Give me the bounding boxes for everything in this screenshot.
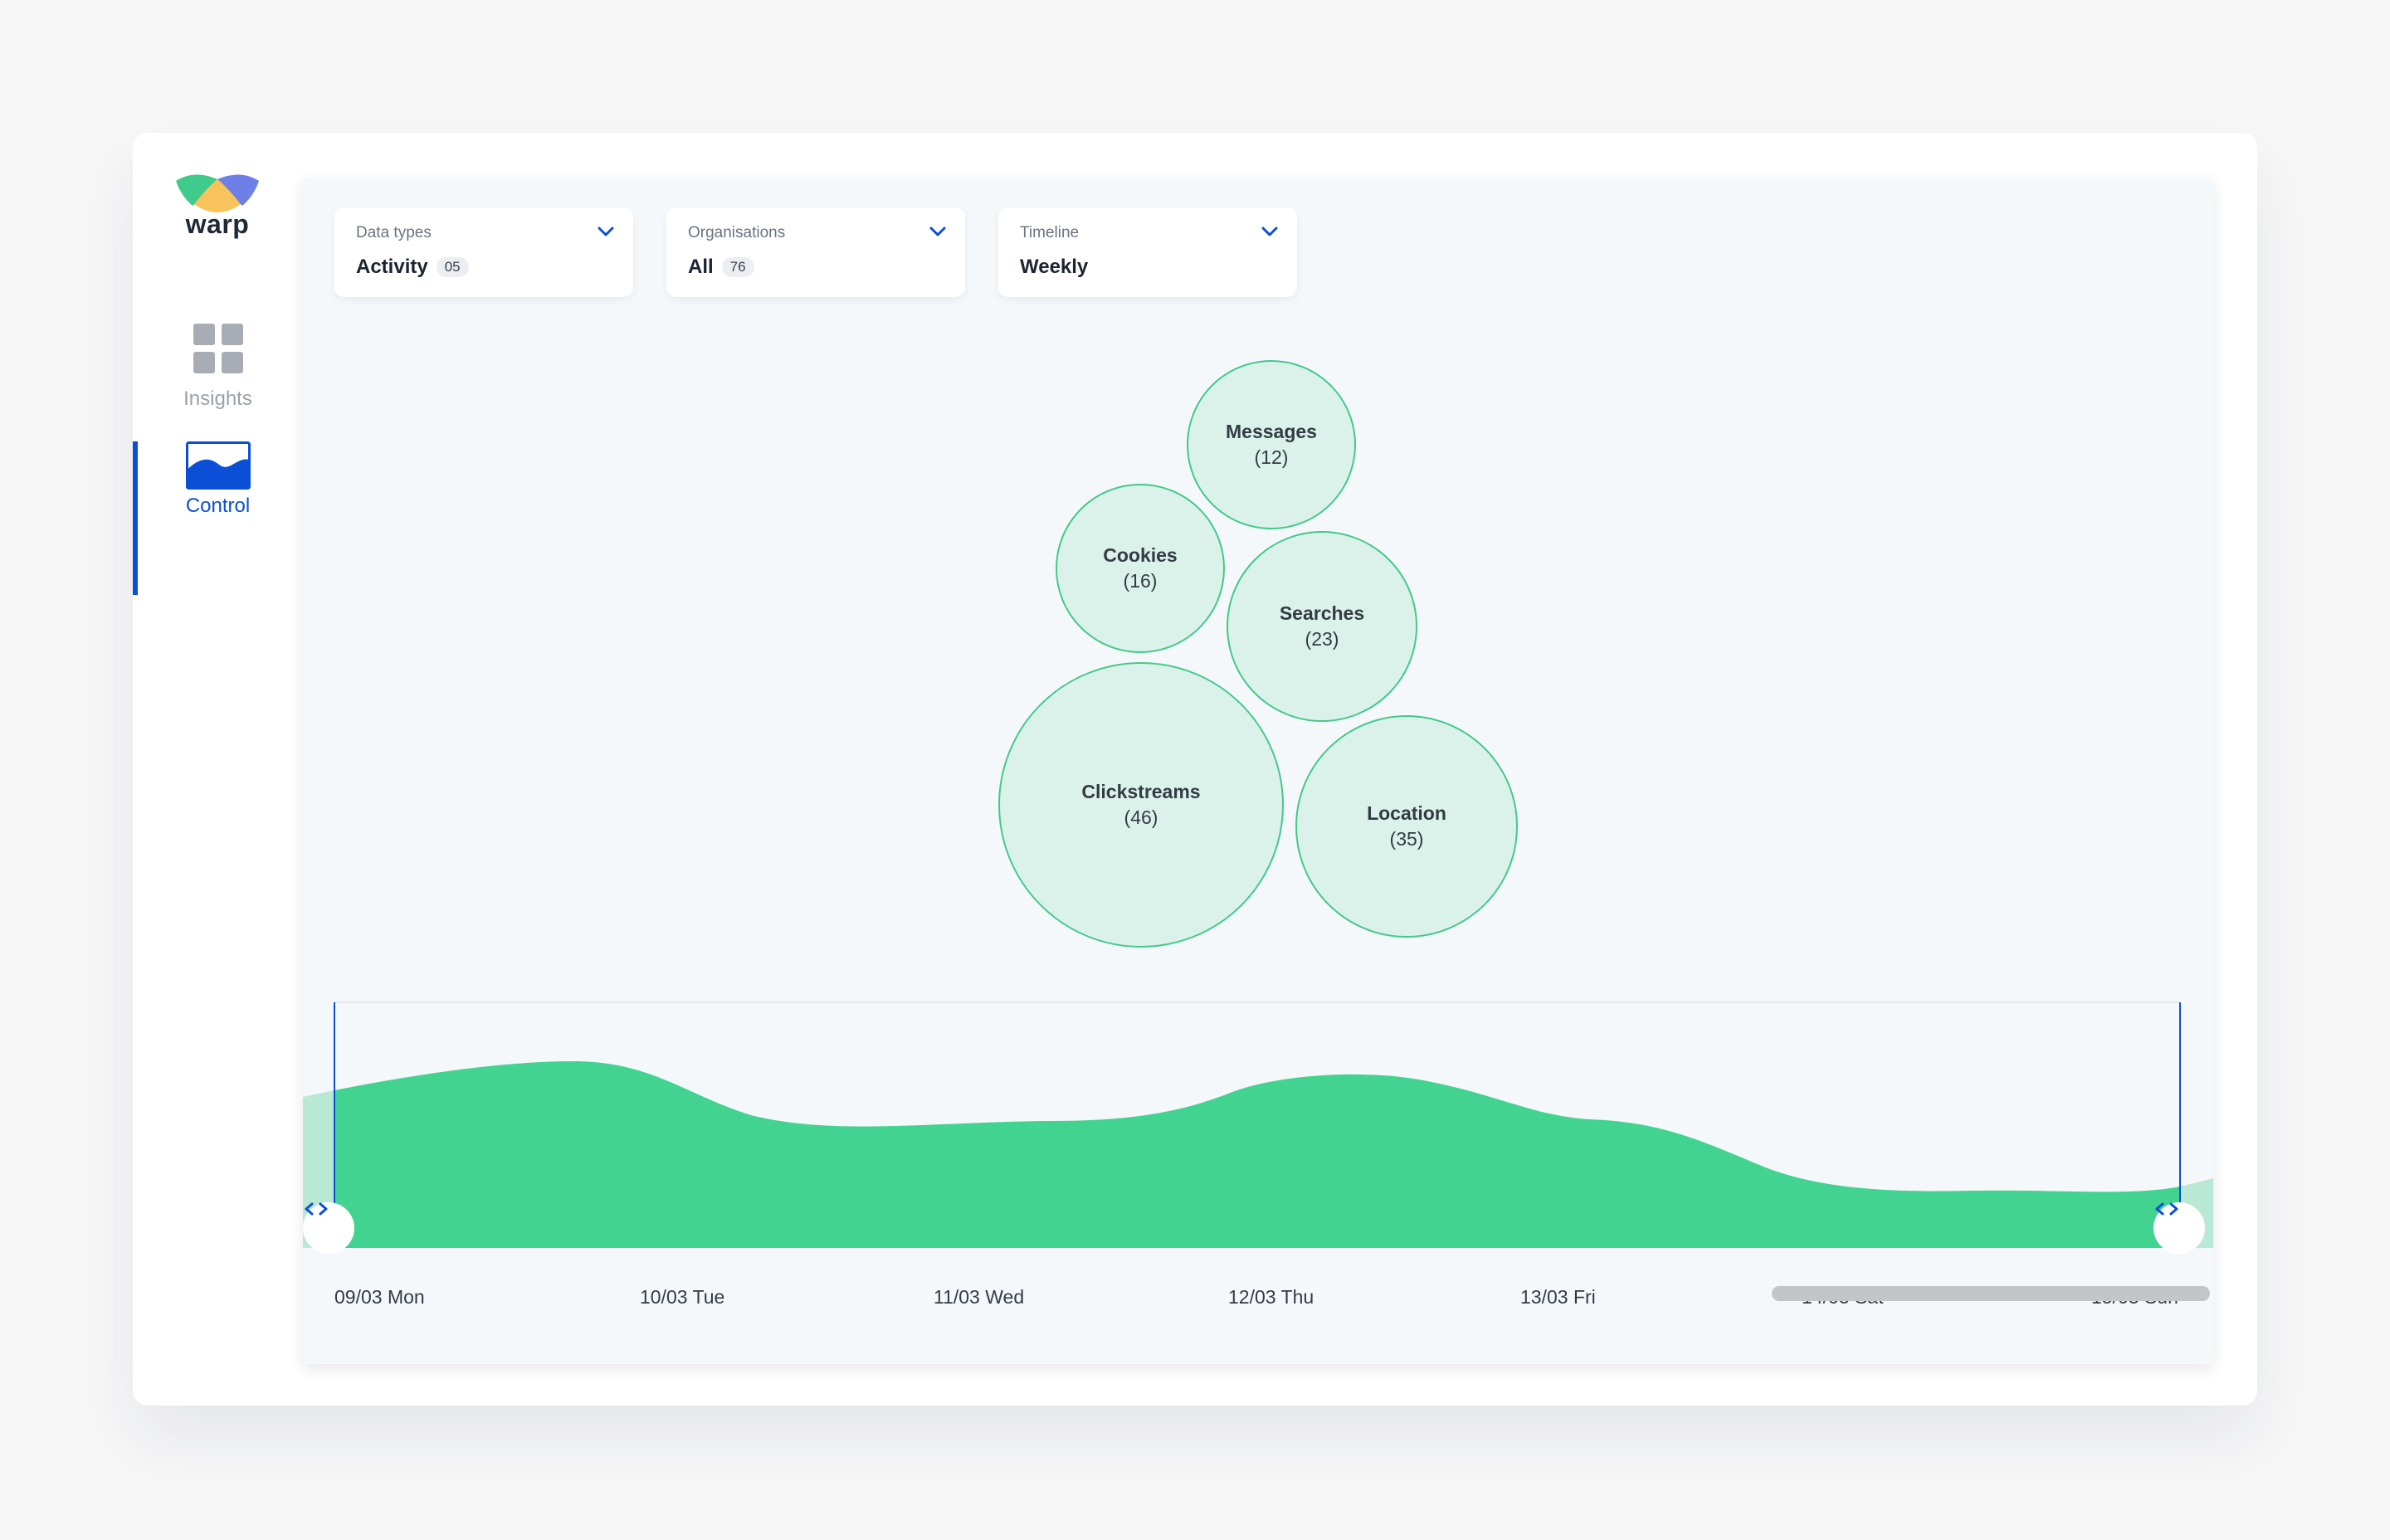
- sidebar-item-insights[interactable]: Insights: [133, 324, 303, 411]
- app-card: warp Insights Control Data types Activit: [133, 133, 2257, 1406]
- filter-value-text: All: [688, 256, 714, 278]
- brand-name: warp: [185, 209, 250, 239]
- grid-icon: [193, 324, 243, 373]
- bubble-messages[interactable]: Messages (12): [1187, 360, 1356, 529]
- filter-value-text: Activity: [356, 256, 428, 278]
- bubble-label: Cookies: [1103, 544, 1178, 566]
- wave-chart-icon: [186, 441, 251, 490]
- timeline-range-selector: 09/03 Mon 10/03 Tue 11/03 Wed 12/03 Thu …: [303, 991, 2213, 1364]
- bubble-label: Searches: [1279, 602, 1365, 624]
- sidebar-item-label: Control: [185, 495, 251, 517]
- warp-logo-mark-icon: [176, 174, 259, 212]
- bubble-label: Messages: [1226, 421, 1317, 442]
- sidebar-item-control[interactable]: Control: [133, 441, 303, 592]
- bubble-count: (16): [1123, 570, 1158, 592]
- bubble-count: (35): [1389, 828, 1424, 850]
- filter-label: Data types: [356, 224, 432, 241]
- date-label: 10/03 Tue: [640, 1286, 725, 1308]
- control-panel: Data types Activity 05 Organisations All 7…: [303, 178, 2213, 1364]
- bubble-label: Clickstreams: [1081, 781, 1201, 802]
- data-types-dropdown[interactable]: Data types Activity 05: [334, 207, 633, 297]
- bubble-count: (46): [1124, 807, 1158, 828]
- date-label: 13/03 Fri: [1520, 1286, 1596, 1308]
- filter-label: Timeline: [1020, 224, 1080, 241]
- timeline-dropdown[interactable]: Timeline Weekly: [998, 207, 1297, 297]
- sidebar: warp Insights Control: [133, 133, 303, 1406]
- date-label: 11/03 Wed: [934, 1286, 1025, 1308]
- drag-arrows-icon: [2155, 1202, 2178, 1216]
- date-label: 09/03 Mon: [334, 1286, 425, 1308]
- bubble-clickstreams[interactable]: Clickstreams (46): [998, 662, 1284, 948]
- bubble-label: Location: [1367, 802, 1446, 824]
- organisations-dropdown[interactable]: Organisations All 76: [666, 207, 965, 297]
- chevron-down-icon: [929, 227, 946, 236]
- filter-value-text: Weekly: [1020, 256, 1089, 278]
- count-badge: 05: [436, 257, 469, 277]
- filter-value: Weekly: [1020, 256, 1088, 279]
- bubble-searches[interactable]: Searches (23): [1227, 531, 1417, 722]
- filter-value: All 76: [688, 256, 754, 279]
- sidebar-item-label: Insights: [183, 387, 252, 410]
- bubble-cookies[interactable]: Cookies (16): [1056, 484, 1225, 653]
- range-end-handle[interactable]: [2153, 1202, 2205, 1254]
- count-badge: 76: [721, 257, 754, 277]
- range-start-handle[interactable]: [303, 1202, 354, 1254]
- activity-area: [334, 1061, 2180, 1248]
- filter-value: Activity 05: [356, 256, 469, 279]
- horizontal-scrollbar-thumb[interactable]: [1772, 1286, 2210, 1301]
- activity-area-chart: [303, 1001, 2213, 1248]
- bubble-location[interactable]: Location (35): [1295, 715, 1518, 938]
- bubble-count: (12): [1254, 446, 1289, 468]
- chevron-down-icon: [1261, 227, 1278, 236]
- date-label: 12/03 Thu: [1228, 1286, 1314, 1308]
- warp-logo: warp: [174, 171, 261, 240]
- drag-arrows-icon: [305, 1202, 328, 1216]
- filter-label: Organisations: [688, 224, 786, 241]
- bubble-count: (23): [1305, 628, 1339, 650]
- chevron-down-icon: [598, 227, 614, 236]
